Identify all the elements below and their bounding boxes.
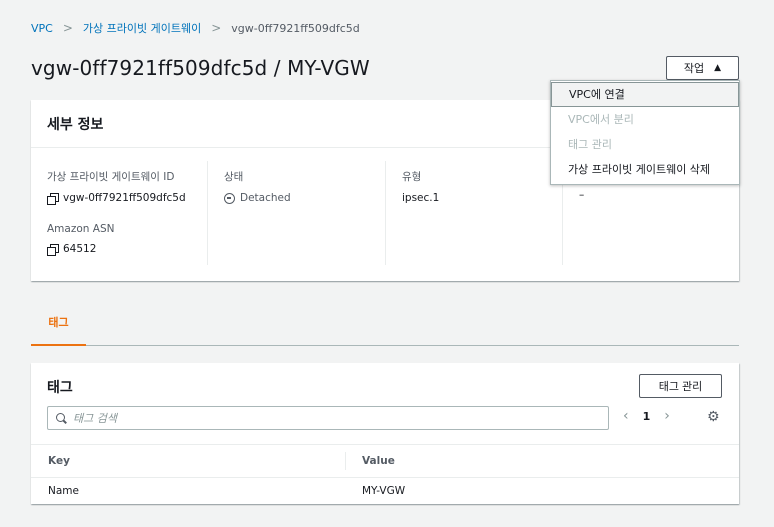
breadcrumb-vgw-list-link[interactable]: 가상 프라이빗 게이트웨이 [83,20,201,36]
caret-up-icon: ▲ [714,63,722,73]
state-value: Detached [224,192,385,204]
state-text: Detached [240,192,291,204]
breadcrumb: VPC > 가상 프라이빗 게이트웨이 > vgw-0ff7921ff509df… [31,20,360,36]
menu-item-delete-vgw[interactable]: 가상 프라이빗 게이트웨이 삭제 [551,157,739,182]
tag-search-field [47,406,609,430]
copy-icon[interactable] [47,243,59,256]
chevron-right-icon: > [62,21,73,35]
tags-panel: 태그 태그 관리 ‹ 1 › ⚙ Key Value Name MY-VGW [31,363,739,504]
vgw-id-label: 가상 프라이빗 게이트웨이 ID [47,171,175,183]
actions-dropdown-menu: VPC에 연결 VPC에서 분리 태그 관리 가상 프라이빗 게이트웨이 삭제 [550,80,740,185]
breadcrumb-vpc-link[interactable]: VPC [31,22,53,35]
column-header-key[interactable]: Key [31,452,346,470]
tag-value-cell: MY-VGW [362,484,406,497]
menu-item-attach-vpc[interactable]: VPC에 연결 [551,82,739,107]
details-column-state: 상태 Detached [208,161,386,265]
tab-bar: 태그 [31,300,739,346]
search-icon [56,412,67,424]
state-label: 상태 [224,171,244,183]
column-header-value[interactable]: Value [346,455,395,467]
status-stopped-icon [224,192,235,204]
copy-icon[interactable] [47,192,59,205]
vpc-value: – [579,189,585,201]
menu-item-detach-vpc[interactable]: VPC에서 분리 [551,107,739,132]
tag-search-input[interactable] [73,411,573,425]
breadcrumb-current: vgw-0ff7921ff509dfc5d [231,21,360,35]
asn-value: 64512 [47,243,207,256]
tag-key-cell: Name [48,484,79,497]
chevron-right-icon[interactable]: › [664,408,670,424]
tags-panel-title: 태그 [47,380,73,396]
gear-icon[interactable]: ⚙ [707,410,720,424]
details-column-type: 유형 ipsec.1 [386,161,563,265]
tab-tags[interactable]: 태그 [31,300,86,346]
type-value: ipsec.1 [402,192,440,204]
asn-text: 64512 [63,243,97,255]
actions-button-label: 작업 [683,62,705,75]
menu-item-manage-tags[interactable]: 태그 관리 [551,132,739,157]
vgw-id-text: vgw-0ff7921ff509dfc5d [63,192,186,204]
table-header: Key Value [31,444,739,478]
chevron-left-icon[interactable]: ‹ [623,408,629,424]
page-title: vgw-0ff7921ff509dfc5d / MY-VGW [31,56,370,80]
vgw-id-value: vgw-0ff7921ff509dfc5d [47,192,207,205]
pagination: ‹ 1 › [623,408,670,424]
asn-label: Amazon ASN [47,223,115,235]
details-column-id: 가상 프라이빗 게이트웨이 ID vgw-0ff7921ff509dfc5d A… [31,161,208,265]
page-number[interactable]: 1 [643,410,651,423]
manage-tags-button[interactable]: 태그 관리 [639,374,722,398]
type-label: 유형 [402,171,422,183]
table-row: Name MY-VGW [31,478,739,503]
actions-button[interactable]: 작업 ▲ [666,56,739,80]
chevron-right-icon: > [211,21,222,35]
